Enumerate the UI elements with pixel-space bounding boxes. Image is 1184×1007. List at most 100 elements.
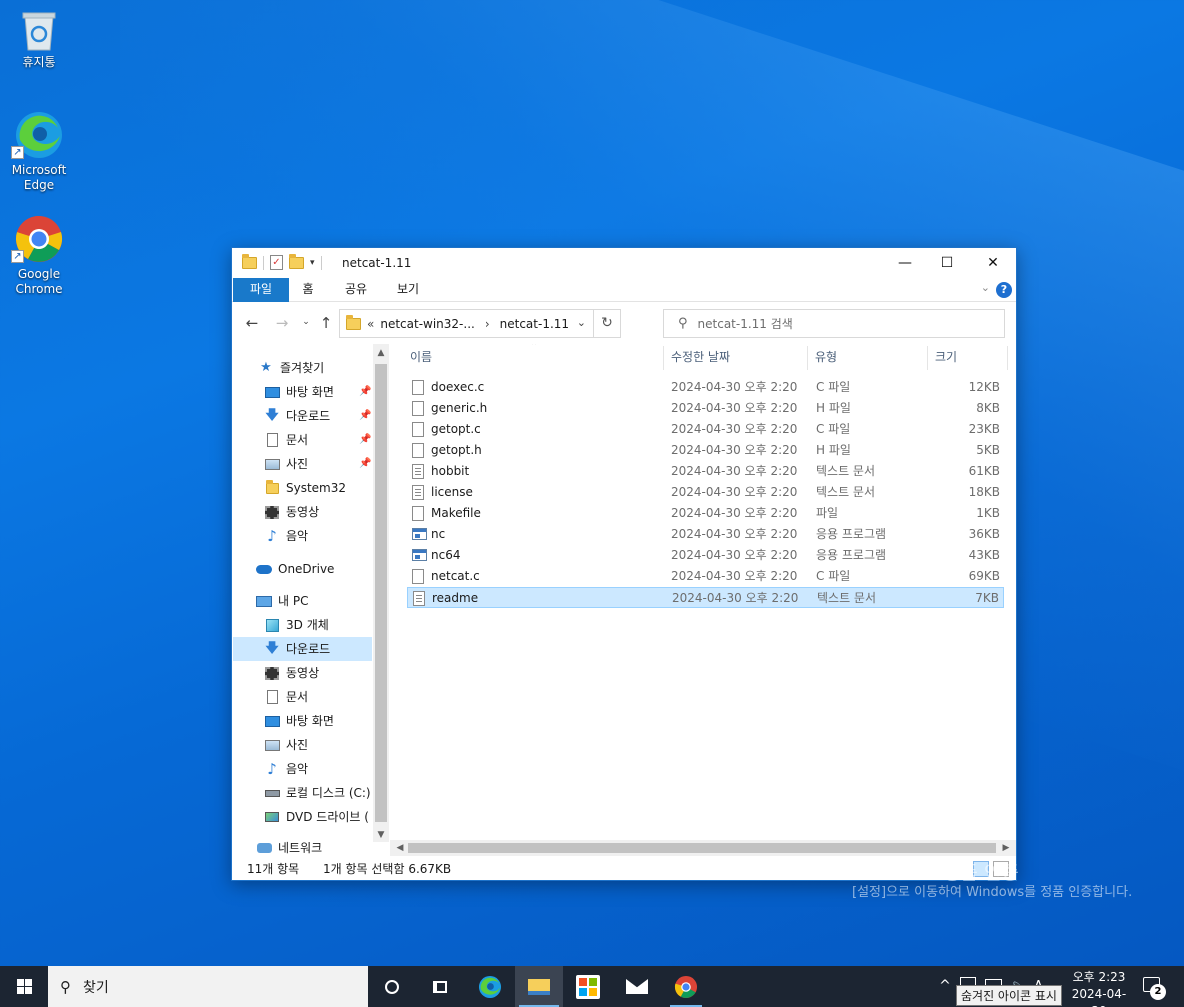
show-hidden-icons-button[interactable]: ^ <box>934 966 956 1007</box>
breadcrumb-segment[interactable]: netcat-1.11 <box>500 317 569 331</box>
minimize-button[interactable]: — <box>882 248 928 278</box>
nav-item-local-disk[interactable]: 로컬 디스크 (C:) <box>264 781 371 805</box>
nav-item-music-pc[interactable]: ♪ 음악 <box>264 757 308 781</box>
column-header-name[interactable]: 이름 <box>410 344 432 372</box>
column-header-size[interactable]: 크기 <box>935 344 957 372</box>
pin-icon[interactable]: 📌 <box>359 434 371 445</box>
file-row[interactable]: nc64 2024-04-30 오후 2:20 응용 프로그램 43KB <box>407 545 1004 566</box>
file-row[interactable]: license 2024-04-30 오후 2:20 텍스트 문서 18KB <box>407 482 1004 503</box>
back-arrow-icon[interactable]: ← <box>242 314 262 332</box>
nav-item-pictures[interactable]: 사진 <box>264 452 308 476</box>
column-divider[interactable] <box>1007 346 1008 370</box>
column-header-type[interactable]: 유형 <box>815 344 837 372</box>
nav-item-videos-pc[interactable]: 동영상 <box>264 661 319 685</box>
divider <box>320 255 322 270</box>
file-row[interactable]: getopt.c 2024-04-30 오후 2:20 C 파일 23KB <box>407 419 1004 440</box>
new-folder-icon[interactable] <box>289 253 304 269</box>
scroll-up-icon[interactable]: ▲ <box>373 348 389 358</box>
file-type: H 파일 <box>816 443 851 457</box>
column-divider[interactable] <box>927 346 928 370</box>
address-bar[interactable]: « netcat-win32-... › netcat-1.11 ⌄ ↻ <box>339 309 621 338</box>
nav-item-3d-objects[interactable]: 3D 개체 <box>264 613 329 637</box>
desktop-icon-edge[interactable]: ↗ Microsoft Edge <box>1 110 77 193</box>
nav-item-videos[interactable]: 동영상 <box>264 500 319 524</box>
desktop-icon <box>264 384 280 400</box>
nav-item-pictures-pc[interactable]: 사진 <box>264 733 308 757</box>
file-row[interactable]: readme 2024-04-30 오후 2:20 텍스트 문서 7KB <box>407 587 1004 608</box>
tab-view[interactable]: 보기 <box>392 278 424 302</box>
desktop-icon-chrome[interactable]: ↗ Google Chrome <box>1 214 77 297</box>
pin-icon[interactable]: 📌 <box>359 410 371 421</box>
file-row[interactable]: netcat.c 2024-04-30 오후 2:20 C 파일 69KB <box>407 566 1004 587</box>
tab-home[interactable]: 홈 <box>296 278 320 302</box>
refresh-icon[interactable]: ↻ <box>593 309 621 338</box>
file-list-horizontal-scrollbar[interactable]: ◀ ▶ <box>390 840 1016 856</box>
breadcrumb-segment[interactable]: netcat-win32-... <box>380 317 474 331</box>
nav-item-music[interactable]: ♪ 음악 <box>264 524 308 548</box>
task-view-icon[interactable] <box>416 966 464 1007</box>
nav-item-documents[interactable]: 문서 <box>264 428 308 452</box>
file-row[interactable]: Makefile 2024-04-30 오후 2:20 파일 1KB <box>407 503 1004 524</box>
taskbar-search-box[interactable]: ⚲ 찾기 <box>48 966 368 1007</box>
breadcrumb-separator[interactable]: › <box>485 317 490 331</box>
scrollbar-thumb[interactable] <box>375 364 387 822</box>
file-row[interactable]: generic.h 2024-04-30 오후 2:20 H 파일 8KB <box>407 398 1004 419</box>
properties-icon[interactable]: ✓ <box>270 255 283 270</box>
desktop-icon-recycle-bin[interactable]: 휴지통 <box>1 8 77 70</box>
nav-quick-access[interactable]: ★ 즐겨찾기 <box>258 356 324 380</box>
column-header-date[interactable]: 수정한 날짜 <box>671 344 730 372</box>
nav-item-downloads-pc[interactable]: 🡇 다운로드 <box>233 637 372 661</box>
pin-icon[interactable]: 📌 <box>359 386 371 397</box>
file-type: C 파일 <box>816 422 851 436</box>
file-name: license <box>431 485 473 499</box>
desktop-icon-label: Microsoft Edge <box>11 163 67 192</box>
scroll-right-icon[interactable]: ▶ <box>998 840 1014 856</box>
nav-item-desktop-pc[interactable]: 바탕 화면 <box>264 709 334 733</box>
nav-item-dvd-drive[interactable]: DVD 드라이브 ( <box>264 805 369 829</box>
nav-this-pc[interactable]: 내 PC <box>256 589 308 613</box>
tab-share[interactable]: 공유 <box>340 278 372 302</box>
scroll-left-icon[interactable]: ◀ <box>392 840 408 856</box>
address-overflow[interactable]: « <box>367 317 374 331</box>
file-row[interactable]: doexec.c 2024-04-30 오후 2:20 C 파일 12KB <box>407 377 1004 398</box>
mail-icon[interactable] <box>613 966 661 1007</box>
up-arrow-icon[interactable]: ↑ <box>316 314 336 332</box>
nav-onedrive[interactable]: OneDrive <box>256 557 334 581</box>
address-dropdown-icon[interactable]: ⌄ <box>577 316 586 329</box>
tray-tooltip: 숨겨진 아이콘 표시 <box>956 985 1062 1006</box>
nav-item-system32[interactable]: System32 <box>264 476 346 500</box>
scrollbar-thumb[interactable] <box>408 843 996 853</box>
file-row[interactable]: nc 2024-04-30 오후 2:20 응용 프로그램 36KB <box>407 524 1004 545</box>
chrome-icon[interactable] <box>662 966 710 1007</box>
expand-ribbon-icon[interactable]: ⌄ <box>981 281 990 294</box>
nav-network[interactable]: 네트워크 <box>256 836 322 856</box>
close-button[interactable]: ✕ <box>970 248 1016 278</box>
cortana-icon[interactable] <box>368 966 416 1007</box>
recent-locations-icon[interactable]: ⌄ <box>296 317 316 327</box>
title-bar[interactable]: ✓ ▾ netcat-1.11 — ☐ ✕ <box>232 248 1016 278</box>
start-button[interactable] <box>0 966 48 1007</box>
maximize-button[interactable]: ☐ <box>924 248 970 278</box>
nav-item-desktop[interactable]: 바탕 화면 <box>264 380 334 404</box>
nav-item-downloads[interactable]: 🡇 다운로드 <box>264 404 330 428</box>
file-explorer-icon[interactable] <box>515 966 563 1007</box>
selection-info: 1개 항목 선택함 6.67KB <box>323 862 452 876</box>
edge-icon[interactable] <box>466 966 514 1007</box>
store-icon[interactable] <box>564 966 612 1007</box>
taskbar-clock[interactable]: 오후 2:23 2024-04-30 <box>1066 969 1132 1007</box>
file-row[interactable]: getopt.h 2024-04-30 오후 2:20 H 파일 5KB <box>407 440 1004 461</box>
tab-file[interactable]: 파일 <box>233 278 289 302</box>
nav-pane-scrollbar[interactable]: ▲ ▼ <box>373 344 389 842</box>
help-icon[interactable]: ? <box>996 282 1012 298</box>
file-date: 2024-04-30 오후 2:20 <box>671 485 798 499</box>
file-row[interactable]: hobbit 2024-04-30 오후 2:20 텍스트 문서 61KB <box>407 461 1004 482</box>
column-divider[interactable] <box>663 346 664 370</box>
search-input[interactable]: ⚲ netcat-1.11 검색 <box>663 309 1005 338</box>
column-divider[interactable] <box>807 346 808 370</box>
customize-toolbar-icon[interactable]: ▾ <box>310 258 315 268</box>
forward-arrow-icon[interactable]: → <box>272 314 292 332</box>
nav-item-documents-pc[interactable]: 문서 <box>264 685 308 709</box>
file-icon <box>412 569 424 584</box>
pin-icon[interactable]: 📌 <box>359 458 371 469</box>
scroll-down-icon[interactable]: ▼ <box>373 830 389 840</box>
